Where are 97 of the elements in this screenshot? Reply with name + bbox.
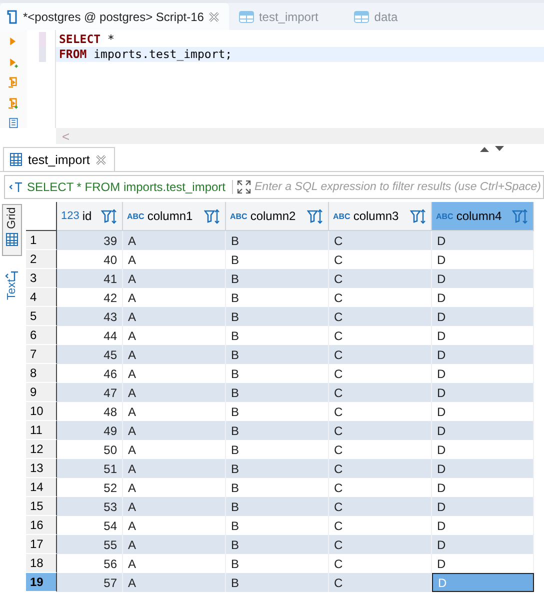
table-cell: A bbox=[123, 383, 226, 402]
row-number[interactable]: 9 bbox=[26, 383, 57, 402]
table-cell: B bbox=[226, 459, 329, 478]
table-cell: D bbox=[432, 497, 534, 516]
column-header[interactable]: 123 id bbox=[57, 202, 123, 231]
table-cell: C bbox=[329, 497, 432, 516]
script-icon bbox=[6, 10, 18, 24]
table-cell: D bbox=[432, 307, 534, 326]
row-number[interactable]: 15 bbox=[26, 497, 57, 516]
table-cell: A bbox=[123, 535, 226, 554]
execute-new-tab-icon[interactable] bbox=[8, 56, 20, 68]
execute-script-icon[interactable] bbox=[7, 77, 20, 88]
corner-cell bbox=[26, 202, 57, 231]
row-number[interactable]: 4 bbox=[26, 288, 57, 307]
table-cell: A bbox=[123, 231, 226, 250]
row-number[interactable]: 16 bbox=[26, 516, 57, 535]
execute-script-new-tab-icon[interactable] bbox=[7, 98, 20, 109]
column-header[interactable]: ABC column2 bbox=[226, 202, 329, 231]
table-cell: A bbox=[123, 307, 226, 326]
table-cell: 49 bbox=[57, 421, 123, 440]
table-cell: 55 bbox=[57, 535, 123, 554]
table-cell: B bbox=[226, 269, 329, 288]
column-header[interactable]: ABC column4 bbox=[432, 202, 534, 231]
row-number[interactable]: 17 bbox=[26, 535, 57, 554]
table-cell: A bbox=[123, 459, 226, 478]
table-cell: D bbox=[432, 421, 534, 440]
table-cell: B bbox=[226, 497, 329, 516]
view-tab[interactable]: Text bbox=[2, 260, 22, 310]
row-number[interactable]: 10 bbox=[26, 402, 57, 421]
filter-sort-icon[interactable] bbox=[101, 208, 118, 224]
table-cell: D bbox=[432, 383, 534, 402]
table-cell: D bbox=[432, 345, 534, 364]
table-cell: D bbox=[432, 459, 534, 478]
table-cell: 43 bbox=[57, 307, 123, 326]
table-cell: C bbox=[329, 345, 432, 364]
filter-sort-icon[interactable] bbox=[307, 208, 324, 224]
row-number[interactable]: 5 bbox=[26, 307, 57, 326]
table-cell: A bbox=[123, 421, 226, 440]
filter-sort-icon[interactable] bbox=[410, 208, 427, 224]
row-number[interactable]: 3 bbox=[26, 269, 57, 288]
table-cell: 53 bbox=[57, 497, 123, 516]
results-tab[interactable]: test_import bbox=[3, 147, 115, 171]
table-cell: C bbox=[329, 573, 432, 592]
table-cell: D bbox=[432, 231, 534, 250]
grid-icon bbox=[6, 232, 18, 246]
table-cell: A bbox=[123, 573, 226, 592]
table-cell: B bbox=[226, 573, 329, 592]
row-number[interactable]: 2 bbox=[26, 250, 57, 269]
table-cell: B bbox=[226, 383, 329, 402]
table-cell: B bbox=[226, 231, 329, 250]
table-cell: D bbox=[432, 269, 534, 288]
table-cell: D bbox=[432, 573, 534, 592]
table-icon bbox=[238, 10, 254, 22]
row-number[interactable]: 8 bbox=[26, 364, 57, 383]
maximize-icon[interactable] bbox=[480, 146, 489, 152]
table-cell: B bbox=[226, 535, 329, 554]
table-cell: A bbox=[123, 497, 226, 516]
row-number[interactable]: 1 bbox=[26, 231, 57, 250]
column-header[interactable]: ABC column1 bbox=[123, 202, 226, 231]
table-cell: C bbox=[329, 459, 432, 478]
table-cell: C bbox=[329, 535, 432, 554]
table-cell: C bbox=[329, 307, 432, 326]
table-cell: D bbox=[432, 535, 534, 554]
table-cell: 51 bbox=[57, 459, 123, 478]
close-icon[interactable] bbox=[96, 154, 106, 164]
row-number[interactable]: 12 bbox=[26, 440, 57, 459]
row-number[interactable]: 11 bbox=[26, 421, 57, 440]
table-cell: C bbox=[329, 269, 432, 288]
close-icon[interactable] bbox=[208, 12, 219, 22]
table-icon bbox=[354, 10, 370, 22]
grid-icon bbox=[10, 153, 22, 166]
row-number[interactable]: 13 bbox=[26, 459, 57, 478]
table-cell: 57 bbox=[57, 573, 123, 592]
column-header[interactable]: ABC column3 bbox=[329, 202, 432, 231]
table-cell: C bbox=[329, 383, 432, 402]
restore-icon[interactable] bbox=[495, 146, 504, 152]
row-number[interactable]: 14 bbox=[26, 478, 57, 497]
editor-tab[interactable]: *<postgres @ postgres> Script-16 bbox=[0, 3, 229, 30]
table-cell: 45 bbox=[57, 345, 123, 364]
row-number[interactable]: 6 bbox=[26, 326, 57, 345]
table-cell: B bbox=[226, 421, 329, 440]
row-number[interactable]: 7 bbox=[26, 345, 57, 364]
table-cell: B bbox=[226, 345, 329, 364]
row-number[interactable]: 18 bbox=[26, 554, 57, 573]
view-tab[interactable]: Grid bbox=[2, 204, 22, 256]
table-cell: 47 bbox=[57, 383, 123, 402]
table-cell: A bbox=[123, 269, 226, 288]
table-cell: A bbox=[123, 345, 226, 364]
table-cell: C bbox=[329, 421, 432, 440]
table-cell: 41 bbox=[57, 269, 123, 288]
filter-sort-icon[interactable] bbox=[204, 208, 221, 224]
row-number[interactable]: 19 bbox=[26, 573, 57, 592]
filter-sort-icon[interactable] bbox=[512, 208, 529, 224]
table-cell: C bbox=[329, 231, 432, 250]
table-cell: B bbox=[226, 307, 329, 326]
code-line: SELECT * bbox=[58, 32, 116, 47]
table-cell: 39 bbox=[57, 231, 123, 250]
